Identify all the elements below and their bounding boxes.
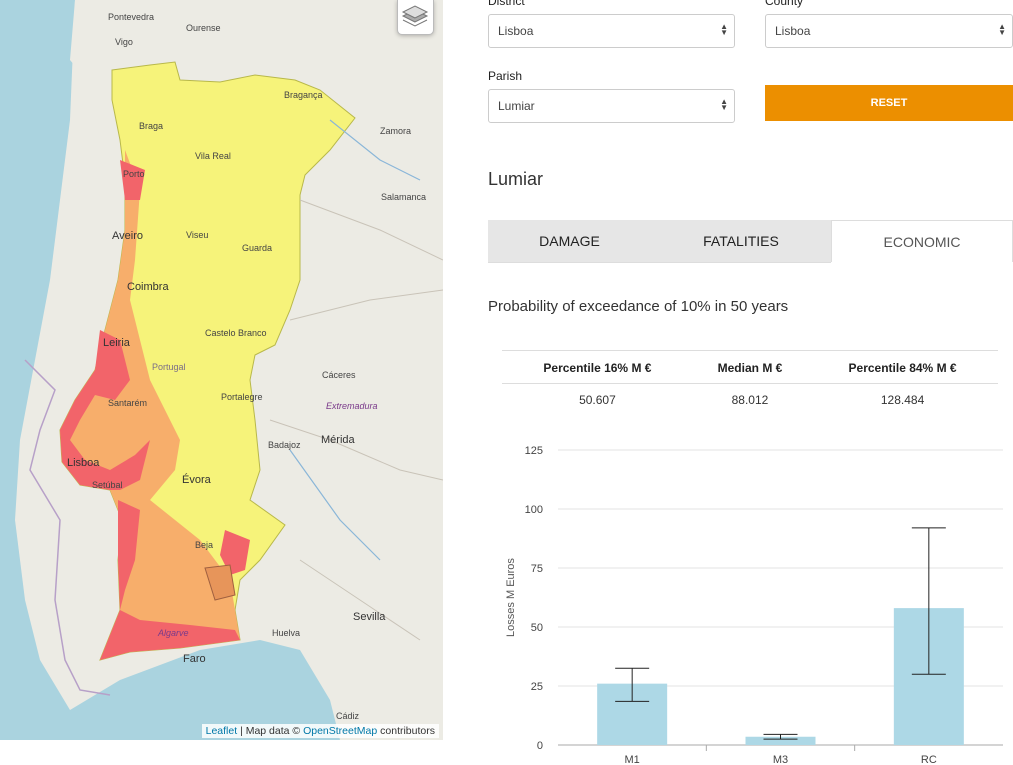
- map-label: Vila Real: [195, 151, 231, 161]
- district-label: District: [488, 0, 525, 8]
- map-label: Cáceres: [322, 370, 356, 380]
- y-tick-label: 50: [531, 622, 543, 634]
- map-label: Sevilla: [353, 611, 386, 623]
- map-label: Viseu: [186, 230, 209, 240]
- map-view[interactable]: Pontevedra Ourense Vigo Bragança Braga Z…: [0, 0, 443, 740]
- map-label: Extremadura: [326, 401, 378, 411]
- select-arrows-icon: ▲ ▼: [720, 97, 728, 112]
- select-arrows-icon: ▲ ▼: [720, 22, 728, 37]
- y-tick-label: 0: [537, 740, 543, 752]
- county-value: Lisboa: [775, 24, 811, 38]
- map-label: Portalegre: [221, 392, 263, 402]
- leaflet-link[interactable]: Leaflet: [206, 725, 238, 737]
- y-tick-label: 100: [525, 504, 543, 516]
- x-tick-label: M3: [773, 754, 788, 765]
- table-header: Median M €: [692, 350, 808, 384]
- tab-damage[interactable]: DAMAGE: [488, 220, 651, 263]
- map-label: Aveiro: [112, 230, 143, 242]
- map-attribution: Leaflet | Map data © OpenStreetMap contr…: [201, 724, 439, 738]
- map-label: Castelo Branco: [205, 328, 267, 338]
- y-tick-label: 75: [531, 563, 543, 575]
- map-label: Santarém: [108, 398, 148, 408]
- parish-title: Lumiar: [488, 169, 544, 189]
- map-label: Guarda: [242, 243, 273, 253]
- osm-link[interactable]: OpenStreetMap: [303, 725, 377, 737]
- parish-select[interactable]: Lumiar ▲ ▼: [488, 89, 735, 123]
- map-label: Zamora: [380, 126, 412, 136]
- attribution-tail: contributors: [377, 725, 435, 737]
- layers-control-button[interactable]: [397, 0, 434, 35]
- map-label: Vigo: [115, 37, 133, 47]
- table-cell: 50.607: [579, 393, 616, 407]
- district-select[interactable]: Lisboa ▲ ▼: [488, 14, 735, 48]
- map-label: Coimbra: [127, 281, 169, 293]
- tab-economic[interactable]: ECONOMIC: [831, 220, 1013, 262]
- map-canvas[interactable]: [0, 0, 443, 740]
- map-label: Ourense: [186, 23, 221, 33]
- map-label: Cádiz: [336, 711, 360, 721]
- map-label: Algarve: [158, 628, 189, 638]
- map-label: Porto: [123, 169, 145, 179]
- x-tick-label: M1: [625, 754, 640, 765]
- layers-icon: [401, 5, 429, 27]
- y-axis-label: Losses M Euros: [505, 558, 517, 637]
- table-header-row: Percentile 16% M € Median M € Percentile…: [502, 350, 998, 384]
- district-value: Lisboa: [498, 24, 534, 38]
- county-label: County: [765, 0, 804, 8]
- map-label: Mérida: [321, 434, 355, 446]
- map-label: Portugal: [152, 362, 186, 372]
- tab-bar: DAMAGE FATALITIES ECONOMIC: [488, 220, 1013, 263]
- map-label: Salamanca: [381, 192, 427, 202]
- county-select[interactable]: Lisboa ▲ ▼: [765, 14, 1013, 48]
- losses-chart: 0 25 50 75 100 125 Losses M Euros M1 M3 RC: [505, 445, 1003, 765]
- map-label: Beja: [195, 540, 214, 550]
- scenario-subtitle: Probability of exceedance of 10% in 50 y…: [488, 298, 789, 315]
- table-header: Percentile 16% M €: [502, 350, 693, 384]
- y-tick-label: 125: [525, 445, 543, 457]
- map-label: Leiria: [103, 337, 130, 349]
- map-label: Pontevedra: [108, 12, 155, 22]
- select-arrows-icon: ▲ ▼: [998, 22, 1006, 37]
- map-label: Évora: [182, 474, 211, 486]
- tab-fatalities[interactable]: FATALITIES: [651, 220, 831, 263]
- map-label: Faro: [183, 653, 206, 665]
- table-cell: 128.484: [880, 393, 925, 407]
- losses-table: Percentile 16% M € Median M € Percentile…: [502, 350, 998, 416]
- map-label: Badajoz: [268, 440, 301, 450]
- rivers: [289, 119, 421, 561]
- map-label: Lisboa: [67, 457, 100, 469]
- map-label: Setúbal: [92, 480, 123, 490]
- table-row: 50.607 88.012 128.484: [502, 384, 998, 417]
- map-label: Bragança: [284, 90, 323, 100]
- map-label: Braga: [139, 121, 164, 131]
- table-header: Percentile 84% M €: [807, 350, 998, 384]
- attribution-text: | Map data ©: [237, 725, 304, 737]
- parish-value: Lumiar: [498, 99, 535, 113]
- parish-label: Parish: [488, 69, 523, 83]
- map-label: Huelva: [272, 628, 301, 638]
- reset-button[interactable]: RESET: [765, 85, 1013, 121]
- x-tick-label: RC: [921, 754, 937, 765]
- y-tick-label: 25: [531, 681, 543, 693]
- table-cell: 88.012: [731, 393, 769, 407]
